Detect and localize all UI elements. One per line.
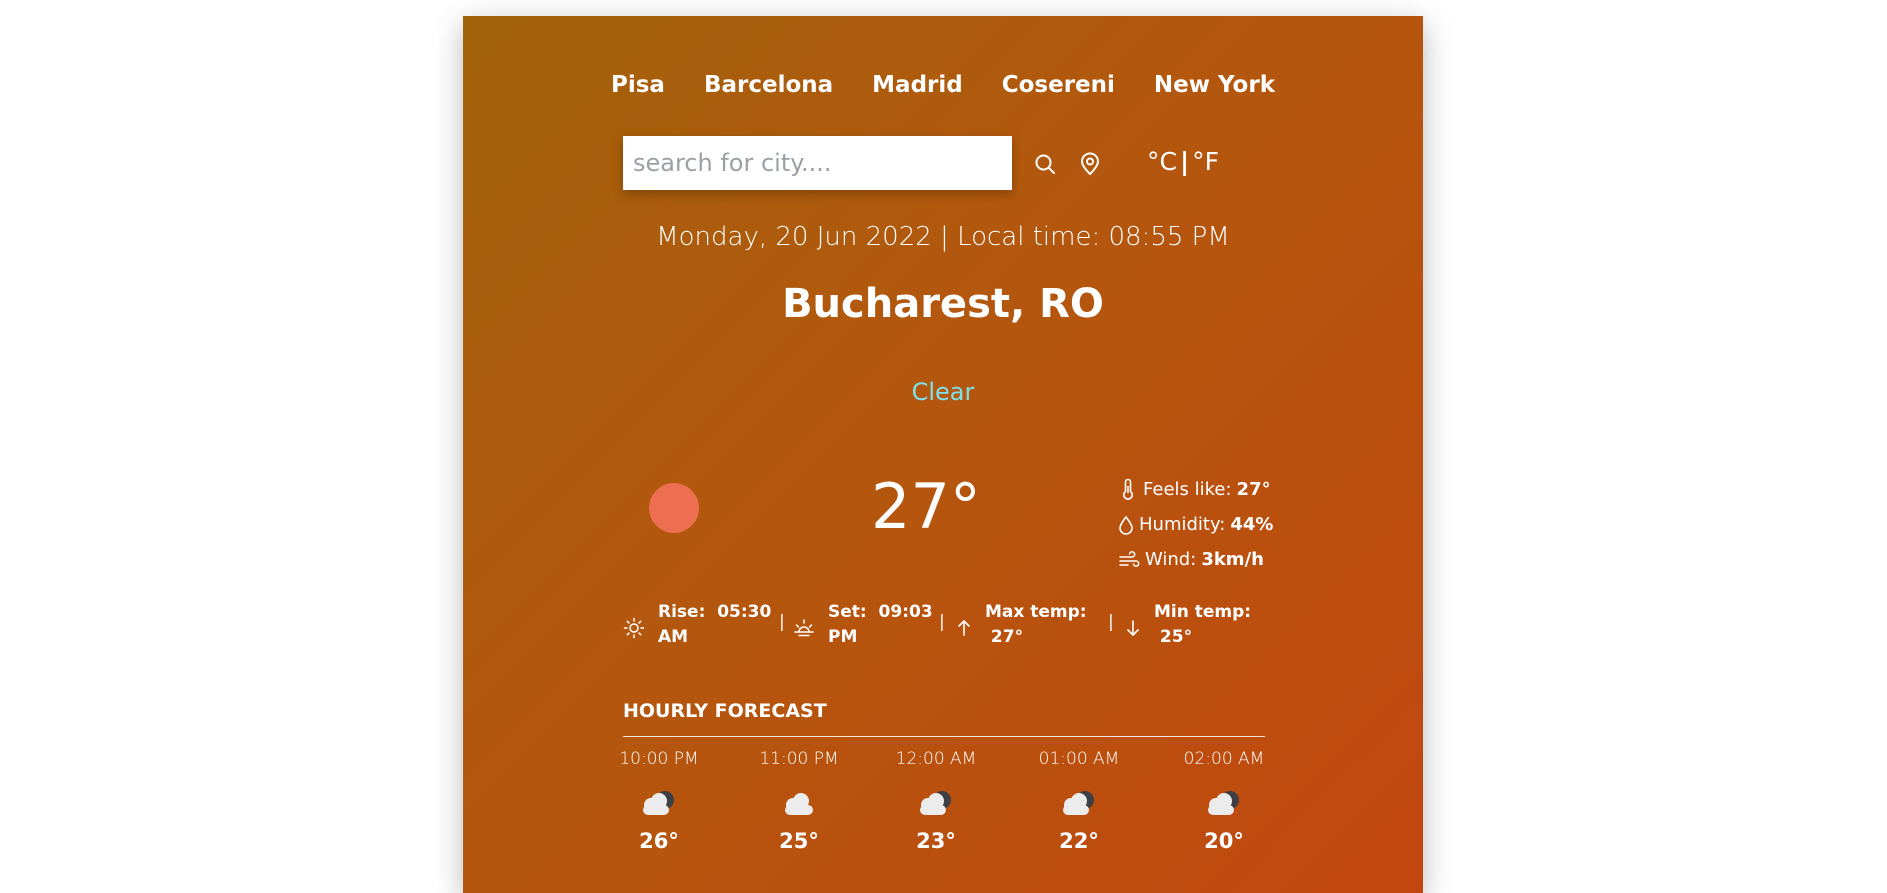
clear-sky-icon: [649, 483, 699, 533]
sunrise-label: Rise:: [658, 602, 706, 622]
weather-condition: Clear: [911, 378, 975, 406]
feels-like-value: 27°: [1236, 479, 1271, 500]
city-link-new-york[interactable]: New York: [1154, 72, 1275, 98]
min-temp-label: Min temp:: [1154, 602, 1252, 622]
feels-like-label: Feels like:: [1143, 479, 1232, 500]
hourly-time: 12:00 AM: [895, 749, 977, 769]
thermometer-icon: [1123, 478, 1133, 500]
hourly-item: 11:00 PM 25°: [749, 749, 849, 853]
hourly-item: 10:00 PM 26°: [609, 749, 709, 853]
city-link-madrid[interactable]: Madrid: [872, 72, 963, 98]
search-input[interactable]: [623, 136, 1012, 190]
city-link-pisa[interactable]: Pisa: [611, 72, 665, 98]
city-link-barcelona[interactable]: Barcelona: [704, 72, 833, 98]
sunrise-icon: [623, 617, 645, 639]
city-nav: Pisa Barcelona Madrid Cosereni New York: [463, 72, 1423, 98]
sunrise-suffix: AM: [658, 627, 689, 647]
sunset-time: 09:03: [878, 602, 933, 622]
max-temp-label: Max temp:: [985, 602, 1087, 622]
divider: |: [1108, 612, 1114, 632]
city-link-cosereni[interactable]: Cosereni: [1002, 72, 1115, 98]
hourly-forecast-title: HOURLY FORECAST: [623, 700, 827, 722]
hourly-divider: [623, 736, 1265, 737]
hourly-item: 12:00 AM 23°: [886, 749, 986, 853]
partly-cloudy-night-icon: [920, 791, 951, 815]
wind-row: Wind: 3km/h: [1118, 542, 1273, 577]
hourly-time: 10:00 PM: [619, 749, 699, 769]
current-temperature: 27°: [871, 470, 981, 543]
humidity-label: Humidity:: [1139, 514, 1226, 535]
hourly-time: 11:00 PM: [759, 749, 839, 769]
weather-card: Pisa Barcelona Madrid Cosereni New York …: [463, 16, 1423, 893]
divider: |: [779, 612, 785, 632]
sunrise-item: Rise: 05:30 AM: [623, 600, 771, 650]
hourly-time: 01:00 AM: [1038, 749, 1120, 769]
unit-toggle: °C | °F: [1147, 147, 1219, 176]
min-temp-item: Min temp: 25°: [1126, 600, 1251, 650]
hourly-item: 02:00 AM 20°: [1174, 749, 1274, 853]
partly-cloudy-night-icon: [1063, 791, 1094, 815]
feels-like-row: Feels like: 27°: [1118, 472, 1273, 507]
hourly-time: 02:00 AM: [1183, 749, 1265, 769]
arrow-down-icon: [1127, 620, 1139, 636]
wind-icon: [1119, 550, 1140, 567]
sunset-suffix: PM: [828, 627, 858, 647]
local-datetime: Monday, 20 Jun 2022 | Local time: 08:55 …: [656, 222, 1230, 252]
hourly-item: 01:00 AM 22°: [1029, 749, 1129, 853]
sunset-icon: [794, 619, 814, 637]
sunset-item: Set: 09:03 PM: [793, 600, 933, 650]
sunset-label: Set:: [828, 602, 867, 622]
min-temp-value: 25°: [1159, 627, 1193, 647]
droplet-icon: [1119, 515, 1133, 535]
arrow-up-icon: [958, 620, 970, 636]
humidity-row: Humidity: 44%: [1118, 507, 1273, 542]
hourly-temp: 25°: [779, 829, 819, 853]
hourly-temp: 26°: [639, 829, 679, 853]
cloud-icon: [785, 793, 813, 815]
unit-separator: |: [1179, 147, 1190, 176]
celsius-button[interactable]: °C: [1147, 147, 1177, 176]
wind-value: 3km/h: [1201, 549, 1264, 570]
partly-cloudy-night-icon: [643, 791, 674, 815]
fahrenheit-button[interactable]: °F: [1192, 147, 1219, 176]
divider: |: [939, 612, 945, 632]
max-temp-item: Max temp: 27°: [957, 600, 1087, 650]
search-icon[interactable]: [1033, 152, 1057, 176]
sun-and-range-row: Rise: 05:30 AM | Set: 09:03 PM | Max tem…: [623, 600, 1265, 654]
hourly-temp: 20°: [1204, 829, 1244, 853]
location-title: Bucharest, RO: [782, 281, 1104, 327]
sunrise-time: 05:30: [717, 602, 772, 622]
location-pin-icon[interactable]: [1079, 152, 1101, 176]
hourly-temp: 22°: [1059, 829, 1099, 853]
hourly-temp: 23°: [916, 829, 956, 853]
max-temp-value: 27°: [990, 627, 1024, 647]
partly-cloudy-night-icon: [1208, 791, 1239, 815]
wind-label: Wind:: [1145, 549, 1197, 570]
humidity-value: 44%: [1230, 514, 1274, 535]
weather-details: Feels like: 27° Humidity: 44% Wind: 3km/…: [1118, 472, 1273, 577]
